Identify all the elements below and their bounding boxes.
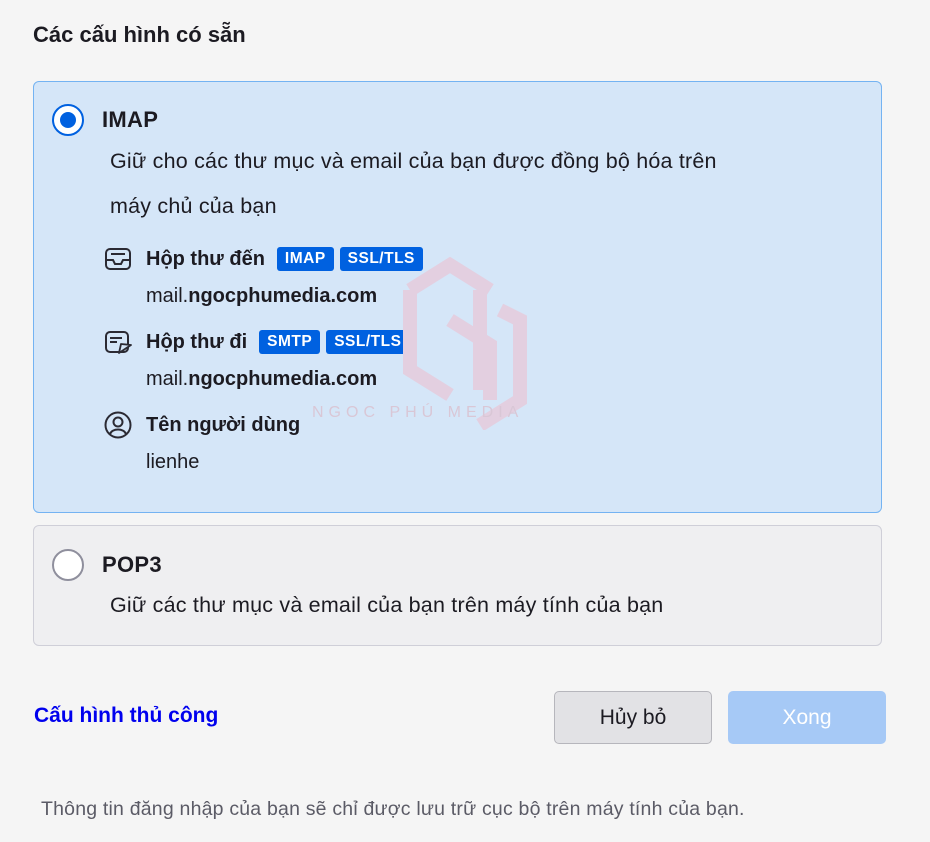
manual-config-link[interactable]: Cấu hình thủ công (34, 704, 218, 728)
user-icon (104, 411, 132, 439)
incoming-security-badge: SSL/TLS (339, 247, 423, 271)
imap-radio[interactable] (52, 104, 84, 136)
pop3-description: Giữ các thư mục và email của bạn trên má… (110, 593, 664, 617)
pop3-option-card[interactable]: POP3 Giữ các thư mục và email của bạn tr… (33, 525, 882, 646)
done-button[interactable]: Xong (728, 691, 886, 744)
watermark-text: NGOC PHÚ MEDIA (312, 404, 524, 421)
incoming-protocol-badge: IMAP (276, 247, 334, 271)
username-value: lienhe (146, 451, 200, 473)
outbox-send-icon (104, 328, 132, 356)
account-config-page: Các cấu hình có sẵn IMAP Giữ cho các thư… (0, 0, 930, 842)
incoming-label: Hộp thư đến (146, 247, 265, 270)
footer-note: Thông tin đăng nhập của bạn sẽ chỉ được … (41, 798, 745, 820)
inbox-icon (104, 245, 132, 273)
section-title: Các cấu hình có sẵn (33, 22, 246, 47)
cancel-button[interactable]: Hủy bỏ (554, 691, 712, 744)
incoming-host: mail.ngocphumedia.com (146, 285, 378, 307)
outgoing-host: mail.ngocphumedia.com (146, 368, 378, 390)
outgoing-server-row: Hộp thư đi SMTP SSL/TLS (104, 327, 410, 357)
incoming-server-row: Hộp thư đến IMAP SSL/TLS (104, 244, 423, 274)
username-label: Tên người dùng (146, 413, 301, 436)
imap-description-line1: Giữ cho các thư mục và email của bạn đượ… (110, 149, 717, 173)
outgoing-security-badge: SSL/TLS (326, 330, 410, 354)
imap-title: IMAP (102, 107, 159, 132)
outgoing-protocol-badge: SMTP (259, 330, 321, 354)
pop3-title: POP3 (102, 552, 162, 577)
imap-option-card[interactable]: IMAP Giữ cho các thư mục và email của bạ… (33, 81, 882, 513)
pop3-radio[interactable] (52, 549, 84, 581)
imap-description-line2: máy chủ của bạn (110, 194, 277, 218)
outgoing-label: Hộp thư đi (146, 330, 248, 353)
username-row: Tên người dùng (104, 410, 306, 440)
